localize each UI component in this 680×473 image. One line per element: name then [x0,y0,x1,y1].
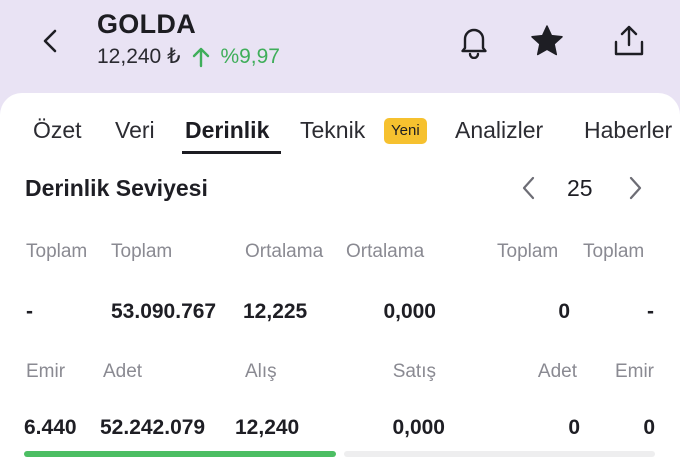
summary-total-qty-sell: 0 [558,300,570,323]
buy-volume-bar [24,451,336,457]
tab-haberler[interactable]: Haberler [584,117,672,144]
row-buy-orders: 6.440 [24,416,77,439]
new-badge: Yeni [384,118,427,144]
share-icon[interactable] [611,23,647,59]
col-header-bid: Alış [245,361,277,382]
col-header-sell-qty: Adet [537,361,577,382]
col-header-buy-orders: Emir [26,361,66,382]
col-header-ask: Satış [392,361,436,382]
tab-veri[interactable]: Veri [115,117,155,144]
summary-total-orders-sell: - [647,300,654,323]
stock-header: GOLDA 12,240 ₺ %9,97 [0,0,680,96]
depth-level-count: 25 [567,175,593,201]
summary-header-total-orders-sell: Toplam [583,241,645,262]
summary-avg-bid: 12,225 [243,300,308,323]
row-buy-qty: 52.242.079 [100,416,206,439]
active-tab-indicator [182,151,281,154]
row-sell-qty: 0 [568,416,580,439]
back-chevron-icon[interactable] [36,26,66,56]
price-row: 12,240 ₺ %9,97 [97,44,280,69]
tab-ozet[interactable]: Özet [33,117,82,144]
star-icon[interactable] [529,23,565,59]
tab-bar: Özet Veri Derinlik Teknik Yeni Analizler… [0,93,680,157]
arrow-up-icon [193,47,210,67]
row-sell-orders: 0 [643,416,655,439]
summary-total-orders-buy: - [26,300,33,323]
col-header-buy-qty: Adet [103,361,143,382]
summary-header-total-qty-sell: Toplam [497,241,559,262]
summary-header-total-orders-buy: Toplam [26,241,88,262]
summary-avg-ask: 0,000 [383,300,436,323]
col-header-sell-orders: Emir [614,361,654,382]
summary-header-avg-bid: Ortalama [245,241,324,262]
row-ask-price: 0,000 [392,416,445,439]
chevron-left-icon[interactable] [516,175,542,201]
tab-teknik[interactable]: Teknik [300,117,365,144]
row-bid-price: 12,240 [235,416,300,439]
stock-symbol: GOLDA [97,9,196,39]
change-percent: %9,97 [220,44,280,68]
content-card: Özet Veri Derinlik Teknik Yeni Analizler… [0,93,680,473]
depth-level-title: Derinlik Seviyesi [25,175,208,201]
sell-volume-bar [344,451,655,457]
summary-header-total-qty-buy: Toplam [111,241,173,262]
last-price: 12,240 ₺ [97,45,181,68]
tab-derinlik[interactable]: Derinlik [185,117,269,144]
bell-icon[interactable] [456,23,492,59]
summary-total-qty-buy: 53.090.767 [111,300,217,323]
chevron-right-icon[interactable] [622,175,648,201]
summary-header-avg-ask: Ortalama [346,241,425,262]
tab-analizler[interactable]: Analizler [455,117,543,144]
